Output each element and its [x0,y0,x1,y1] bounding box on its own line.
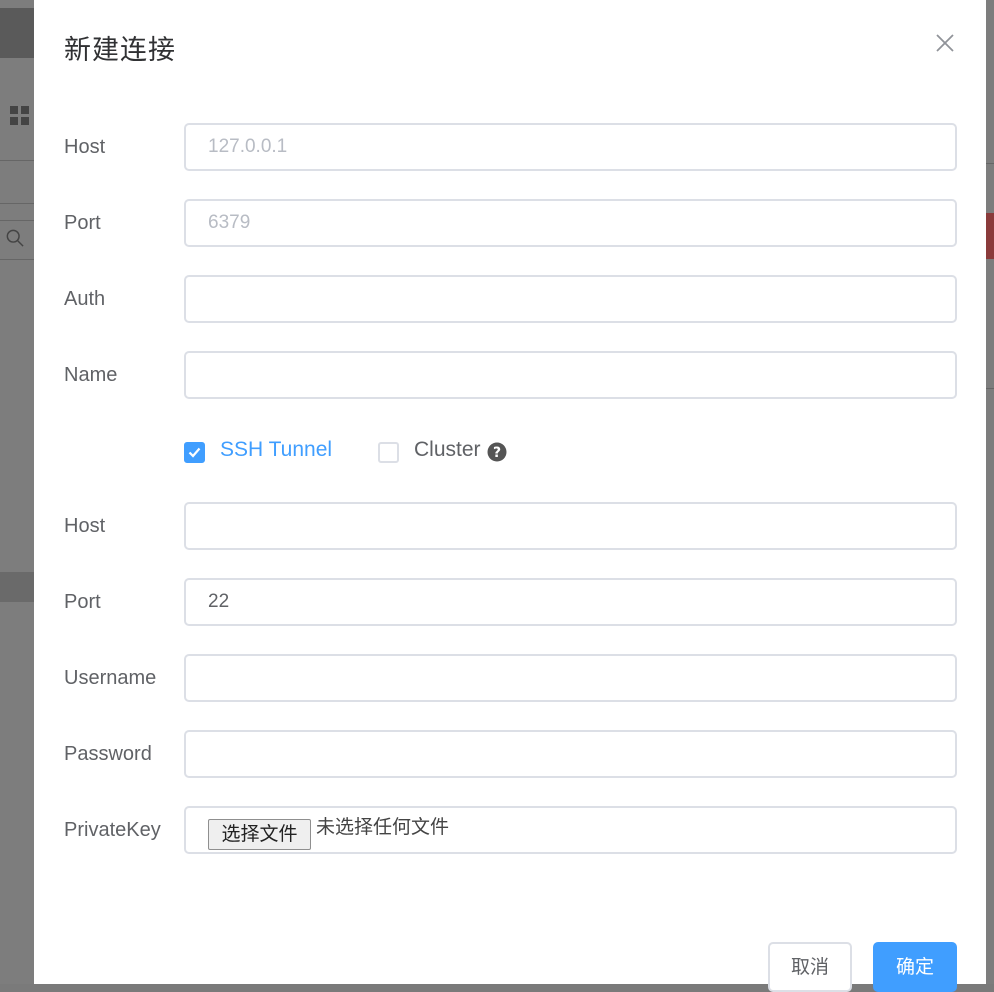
name-row: Name [64,351,957,399]
port-label: Port [64,212,101,234]
ssh-port-row: Port [64,578,957,626]
port-row: Port [64,199,957,247]
ssh-port-input[interactable] [184,578,957,626]
ssh-tunnel-checkbox[interactable] [184,442,205,463]
ssh-tunnel-label[interactable]: SSH Tunnel [220,438,332,462]
ssh-username-input[interactable] [184,654,957,702]
auth-label: Auth [64,288,106,310]
background-divider [986,163,994,164]
name-label: Name [64,364,118,386]
host-label: Host [64,136,106,158]
cancel-button[interactable]: 取消 [768,942,852,992]
question-circle-icon[interactable]: ? [487,442,507,462]
ssh-username-row: Username [64,654,957,702]
private-key-file-input: 选择文件 未选择任何文件 [184,806,957,854]
ssh-port-label: Port [64,591,101,613]
ssh-host-label: Host [64,515,106,537]
private-key-row: PrivateKey 选择文件 未选择任何文件 [64,806,957,854]
new-connection-dialog: 新建连接 Host Port Auth Name SSH Tunnel Clus… [34,0,986,992]
cluster-label[interactable]: Cluster [414,438,481,462]
background-red-badge [986,213,994,259]
ssh-password-row: Password [64,730,957,778]
choose-file-button[interactable]: 选择文件 [208,819,311,850]
confirm-button[interactable]: 确定 [873,942,957,992]
dialog-title: 新建连接 [64,35,176,65]
check-icon [188,447,201,458]
ssh-username-label: Username [64,667,157,689]
cluster-checkbox[interactable] [378,442,399,463]
ssh-host-row: Host [64,502,957,550]
host-input[interactable] [184,123,957,171]
background-divider [986,388,994,389]
ssh-password-input[interactable] [184,730,957,778]
port-input[interactable] [184,199,957,247]
ssh-host-input[interactable] [184,502,957,550]
grid-icon [10,106,30,126]
file-status-text: 未选择任何文件 [316,816,450,838]
host-row: Host [64,123,957,171]
search-icon [6,229,24,247]
name-input[interactable] [184,351,957,399]
private-key-label: PrivateKey [64,819,161,841]
ssh-password-label: Password [64,743,152,765]
auth-input[interactable] [184,275,957,323]
close-icon[interactable] [934,32,956,54]
svg-text:?: ? [493,445,501,461]
auth-row: Auth [64,275,957,323]
